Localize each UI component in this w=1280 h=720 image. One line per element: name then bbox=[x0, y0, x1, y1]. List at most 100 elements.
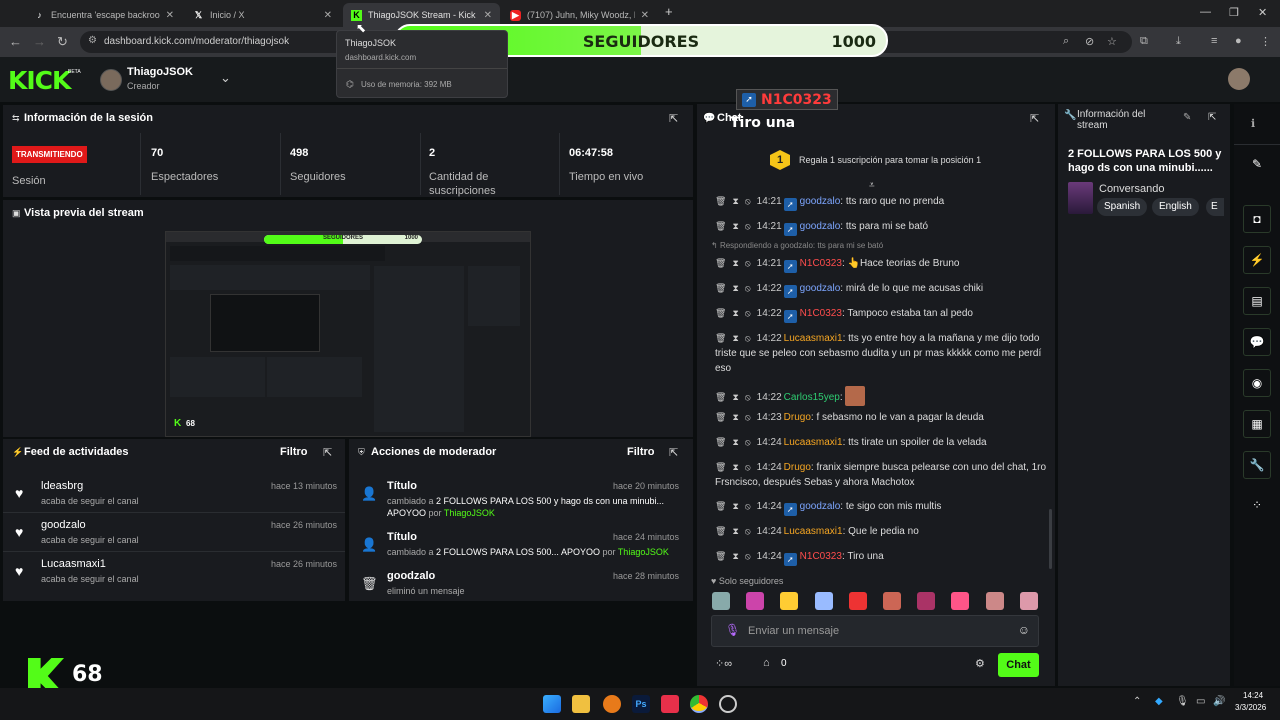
clock-date[interactable]: 3/3/2026 bbox=[1235, 703, 1266, 712]
store-icon[interactable]: ⌂ bbox=[763, 657, 770, 669]
delete-icon[interactable]: 🗑 bbox=[715, 333, 726, 343]
chat-username[interactable]: Drugo bbox=[784, 412, 811, 423]
profile-icon[interactable]: ● bbox=[1235, 35, 1242, 47]
new-tab-button[interactable]: + bbox=[665, 4, 673, 19]
feed-user[interactable]: ldeasbrg bbox=[41, 480, 83, 492]
photoshop-icon[interactable]: Ps bbox=[632, 695, 650, 713]
timeout-icon[interactable]: ⧗ bbox=[732, 526, 738, 536]
ban-icon[interactable]: ⦸ bbox=[745, 333, 751, 343]
emote-button[interactable] bbox=[883, 592, 901, 610]
emote-button[interactable] bbox=[712, 592, 730, 610]
users-icon[interactable]: ⁘ bbox=[1243, 492, 1271, 520]
back-icon[interactable]: ← bbox=[9, 34, 22, 49]
zoom-icon[interactable]: ⌕ bbox=[1063, 35, 1069, 48]
chat-input[interactable]: 🎙 Enviar un mensaje ☺ bbox=[711, 615, 1039, 647]
tag-chip[interactable]: Spanish bbox=[1097, 198, 1148, 216]
filter-button[interactable]: Filtro bbox=[627, 446, 655, 458]
stack-icon[interactable]: ▦ bbox=[1243, 410, 1271, 438]
volume-icon[interactable]: 🔊 bbox=[1213, 696, 1225, 707]
chat-username[interactable]: goodzalo bbox=[800, 501, 841, 512]
ban-icon[interactable]: ⦸ bbox=[745, 221, 751, 231]
extensions-icon[interactable]: ⧉ bbox=[1140, 35, 1148, 48]
points-icon[interactable]: ⁘∞ bbox=[715, 657, 732, 670]
hide-icon[interactable]: ⊘ bbox=[1085, 35, 1094, 48]
chat-username[interactable]: Drugo bbox=[784, 462, 811, 473]
category-thumbnail[interactable] bbox=[1068, 182, 1093, 214]
edit-icon[interactable]: ✎ bbox=[1183, 112, 1191, 123]
chat-username[interactable]: Lucaasmaxi1 bbox=[784, 526, 843, 537]
chat-username[interactable]: goodzalo bbox=[800, 283, 841, 294]
delete-icon[interactable]: 🗑 bbox=[715, 462, 726, 472]
ban-icon[interactable]: ⦸ bbox=[745, 196, 751, 206]
chat-username[interactable]: N1C0323 bbox=[800, 308, 842, 319]
chat-scrollbar[interactable] bbox=[1049, 509, 1052, 569]
chat-settings-icon[interactable]: ⚙ bbox=[975, 657, 985, 670]
subscription-leaderboard[interactable]: 1 Regala 1 suscripción para tomar la pos… bbox=[697, 142, 1055, 176]
ban-icon[interactable]: ⦸ bbox=[745, 392, 751, 402]
delete-icon[interactable]: 🗑 bbox=[715, 501, 726, 511]
kick-logo[interactable]: KICK bbox=[8, 66, 71, 95]
avatar[interactable] bbox=[100, 69, 122, 91]
start-icon[interactable] bbox=[543, 695, 561, 713]
send-chat-button[interactable]: Chat bbox=[998, 653, 1039, 677]
delete-icon[interactable]: 🗑 bbox=[715, 283, 726, 293]
ban-icon[interactable]: ⦸ bbox=[745, 526, 751, 536]
network-icon[interactable]: ▭ bbox=[1196, 696, 1205, 707]
delete-icon[interactable]: 🗑 bbox=[715, 392, 726, 402]
emote-button[interactable] bbox=[951, 592, 970, 610]
popout-icon[interactable]: ⇱ bbox=[1208, 112, 1216, 123]
popout-icon[interactable]: ⇱ bbox=[323, 446, 332, 459]
category-name[interactable]: Conversando bbox=[1099, 183, 1164, 195]
timeout-icon[interactable]: ⧗ bbox=[732, 392, 738, 402]
chat-username[interactable]: Lucaasmaxi1 bbox=[784, 437, 843, 448]
mic-tray-icon[interactable]: 🎙 bbox=[1176, 696, 1189, 707]
file-explorer-icon[interactable] bbox=[572, 695, 590, 713]
chat-bubble-icon[interactable]: 💬 bbox=[1243, 328, 1271, 356]
emote-button[interactable] bbox=[985, 592, 1004, 610]
timeout-icon[interactable]: ⧗ bbox=[732, 462, 738, 472]
chat-username[interactable]: goodzalo bbox=[800, 196, 841, 207]
ban-icon[interactable]: ⦸ bbox=[745, 437, 751, 447]
chat-username[interactable]: N1C0323 bbox=[800, 258, 842, 269]
popout-icon[interactable]: ⇱ bbox=[1030, 112, 1039, 125]
ban-icon[interactable]: ⦸ bbox=[745, 412, 751, 422]
emote-button[interactable] bbox=[917, 592, 936, 610]
chat-username[interactable]: Carlos15yep bbox=[784, 392, 840, 403]
close-icon[interactable]: ✕ bbox=[641, 10, 649, 21]
delete-icon[interactable]: 🗑 bbox=[715, 196, 726, 206]
wps-icon[interactable] bbox=[661, 695, 679, 713]
tab-x[interactable]: 𝕏 Inicio / X ✕ bbox=[185, 3, 340, 27]
emote-button[interactable] bbox=[746, 592, 765, 610]
feed-user[interactable]: Lucaasmaxi1 bbox=[41, 558, 106, 570]
filter-button[interactable]: Filtro bbox=[280, 446, 308, 458]
timeout-icon[interactable]: ⧗ bbox=[732, 221, 738, 231]
info-icon[interactable]: ℹ bbox=[1251, 117, 1255, 130]
maximize-icon[interactable]: ❐ bbox=[1229, 6, 1239, 19]
close-icon[interactable]: ✕ bbox=[484, 10, 492, 21]
camera-icon[interactable]: ◘ bbox=[1243, 205, 1271, 233]
timeout-icon[interactable]: ⧗ bbox=[732, 437, 738, 447]
feed-user[interactable]: goodzalo bbox=[41, 519, 86, 531]
reload-icon[interactable]: ↻ bbox=[57, 34, 68, 50]
delete-icon[interactable]: 🗑 bbox=[715, 308, 726, 318]
emote-button[interactable] bbox=[848, 592, 867, 610]
broadcast-icon[interactable]: ◉ bbox=[1243, 369, 1271, 397]
close-icon[interactable]: ✕ bbox=[324, 10, 332, 21]
chevron-up-icon[interactable]: ⌃ bbox=[1133, 696, 1141, 707]
chevron-down-icon[interactable]: ⌄ bbox=[220, 70, 231, 86]
delete-icon[interactable]: 🗑 bbox=[715, 551, 726, 561]
close-icon[interactable]: ✕ bbox=[166, 10, 174, 21]
ban-icon[interactable]: ⦸ bbox=[745, 551, 751, 561]
microphone-icon[interactable]: 🎙 bbox=[725, 623, 740, 637]
menu-icon[interactable]: ⋮ bbox=[1260, 35, 1271, 48]
emote-button[interactable] bbox=[814, 592, 833, 610]
clock-time[interactable]: 14:24 bbox=[1243, 691, 1263, 700]
user-avatar[interactable] bbox=[1228, 68, 1250, 90]
site-info-icon[interactable]: ⚙ bbox=[88, 35, 97, 46]
timeout-icon[interactable]: ⧗ bbox=[732, 333, 738, 343]
delete-icon[interactable]: 🗑 bbox=[715, 526, 726, 536]
tab-search-icon[interactable]: ≡ bbox=[1211, 35, 1217, 47]
emoji-icon[interactable]: ☺ bbox=[1018, 623, 1030, 637]
popout-icon[interactable]: ⇱ bbox=[669, 112, 678, 125]
tray-app-icon[interactable]: ◆ bbox=[1155, 696, 1163, 707]
